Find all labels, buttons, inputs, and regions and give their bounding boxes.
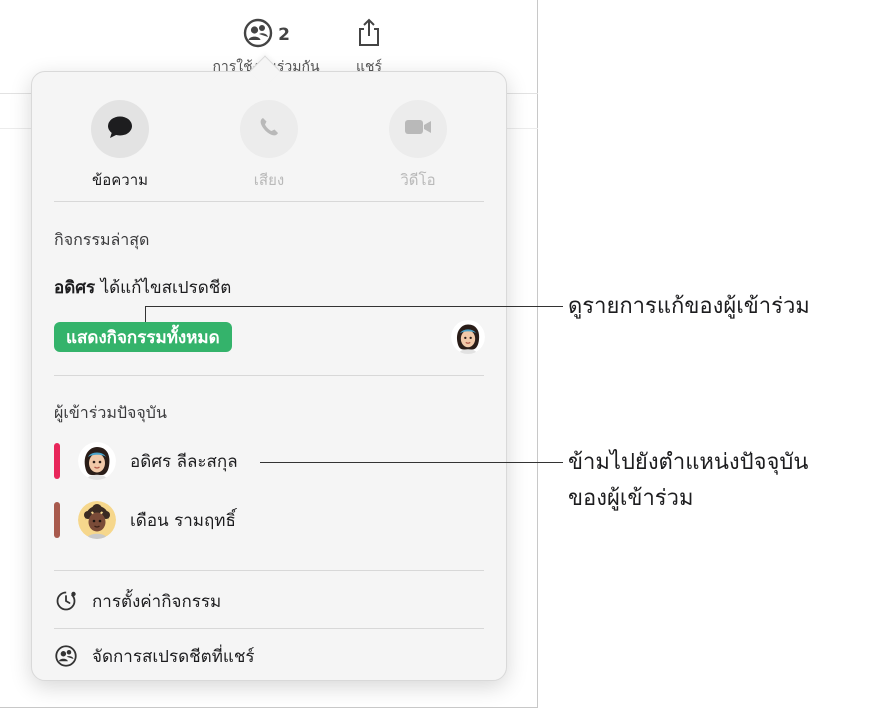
collaboration-icon	[242, 17, 274, 53]
callout-leader-jump	[260, 462, 563, 463]
audio-label: เสียง	[253, 171, 285, 189]
collaborator-count: 2	[278, 25, 290, 45]
participant-row[interactable]: อดิศร ลีละสกุล	[54, 441, 238, 481]
manage-sharing-icon	[54, 644, 78, 668]
manage-shared-spreadsheet-item[interactable]: จัดการสเปรดชีตที่แชร์	[54, 641, 255, 671]
phone-icon	[258, 116, 280, 142]
video-label: วิดีโอ	[400, 171, 436, 189]
callout-jump-line-2: ของผู้เข้าร่วม	[568, 486, 694, 511]
callout-leader-view-edits	[145, 306, 563, 307]
participant-color-bar	[54, 443, 60, 479]
divider-comm	[54, 201, 484, 202]
callout-view-edits: ดูรายการแก้ของผู้เข้าร่วม	[568, 294, 810, 319]
participant-avatar	[78, 442, 116, 480]
divider-participants	[54, 570, 484, 571]
activity-settings-label: การตั้งค่ากิจกรรม	[92, 591, 222, 612]
callout-jump-line-1: ข้ามไปยังตำแหน่งปัจจุบัน	[568, 450, 809, 475]
activity-settings-icon	[54, 589, 78, 613]
participant-avatar	[78, 501, 116, 539]
recent-activity-item: อดิศร ได้แก้ไขสเปรดชีต	[54, 274, 231, 301]
divider-activity	[54, 375, 484, 376]
activity-settings-item[interactable]: การตั้งค่ากิจกรรม	[54, 586, 221, 616]
participant-row[interactable]: เดือน รามฤทธิ์	[54, 500, 236, 540]
activity-description: ได้แก้ไขสเปรดชีต	[95, 278, 232, 298]
current-participants-title: ผู้เข้าร่วมปัจจุบัน	[54, 403, 167, 422]
activity-user-avatar	[451, 320, 485, 354]
video-camera-icon	[404, 118, 432, 140]
message-label: ข้อความ	[91, 171, 149, 189]
message-bubble-icon	[107, 115, 133, 143]
manage-shared-spreadsheet-label: จัดการสเปรดชีตที่แชร์	[92, 646, 255, 667]
recent-activity-title: กิจกรรมล่าสุด	[54, 230, 150, 249]
participant-name: อดิศร ลีละสกุล	[130, 451, 238, 472]
share-button[interactable]: แชร์	[344, 18, 394, 78]
divider-menu	[54, 628, 484, 629]
message-button[interactable]: ข้อความ	[70, 100, 170, 192]
participant-name: เดือน รามฤทธิ์	[130, 510, 236, 531]
callout-leader-vertical	[145, 306, 146, 322]
show-all-activity-label: แสดงกิจกรรมทั้งหมด	[66, 327, 220, 348]
participant-color-bar	[54, 502, 60, 538]
share-icon	[356, 18, 382, 52]
show-all-activity-button[interactable]: แสดงกิจกรรมทั้งหมด	[54, 322, 232, 352]
audio-call-button[interactable]: เสียง	[219, 100, 319, 192]
activity-user: อดิศร	[54, 278, 96, 298]
video-call-button[interactable]: วิดีโอ	[368, 100, 468, 192]
